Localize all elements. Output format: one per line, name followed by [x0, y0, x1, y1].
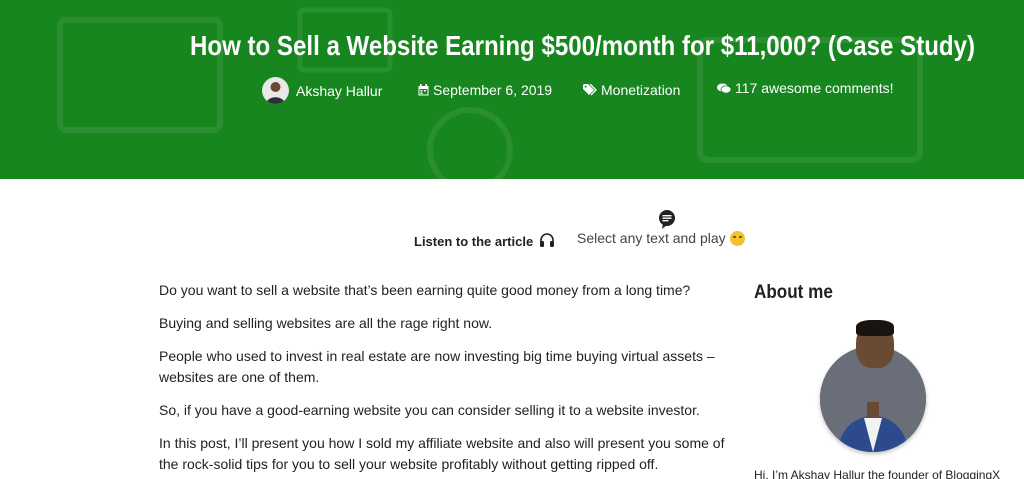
author-link[interactable]: Akshay Hallur	[262, 77, 382, 104]
article-paragraph: People who used to invest in real estate…	[159, 348, 715, 385]
headphones-icon	[539, 232, 555, 250]
article-body: Do you want to sell a website that’s bee…	[159, 280, 729, 479]
post-title: How to Sell a Website Earning $500/month…	[190, 30, 976, 61]
post-date-text: September 6, 2019	[433, 82, 553, 98]
post-date: September 6, 2019	[418, 82, 552, 98]
author-hair	[856, 320, 894, 336]
about-photo	[820, 320, 928, 452]
about-intro: Hi, I’m Akshay Hallur the founder of Blo…	[754, 468, 1001, 479]
article-paragraph: Do you want to sell a website that’s bee…	[159, 282, 691, 298]
post-header: How to Sell a Website Earning $500/month…	[0, 0, 1024, 179]
category-link[interactable]: Monetization	[583, 82, 680, 98]
author-name: Akshay Hallur	[296, 82, 383, 99]
comments-icon	[717, 83, 731, 94]
sidebar: About me Hi, I’m Akshay Hallur the found…	[754, 282, 1004, 479]
listen-label: Listen to the article	[414, 233, 534, 249]
listen-to-article-button[interactable]: Listen to the article	[414, 232, 555, 250]
comments-text: 117 awesome comments!	[735, 80, 894, 96]
post-meta: Akshay Hallur September 6, 2019 Monetiza…	[0, 77, 1024, 105]
tag-icon	[583, 84, 597, 96]
smirk-emoji-icon	[729, 230, 745, 246]
article-paragraph: In this post, I’ll present you how I sol…	[159, 435, 725, 472]
about-me-heading: About me	[754, 282, 833, 303]
comments-link[interactable]: 117 awesome comments!	[717, 80, 893, 96]
select-text-hint: Select any text and play	[577, 230, 745, 246]
article-paragraph: So, if you have a good-earning website y…	[159, 402, 700, 418]
listen-bar: Listen to the article Select any text an…	[0, 208, 1024, 258]
author-avatar	[262, 77, 289, 104]
select-text-hint-label: Select any text and play	[577, 230, 726, 246]
category-text: Monetization	[601, 82, 681, 98]
calendar-icon	[418, 84, 429, 96]
article-paragraph: Buying and selling websites are all the …	[159, 315, 493, 331]
